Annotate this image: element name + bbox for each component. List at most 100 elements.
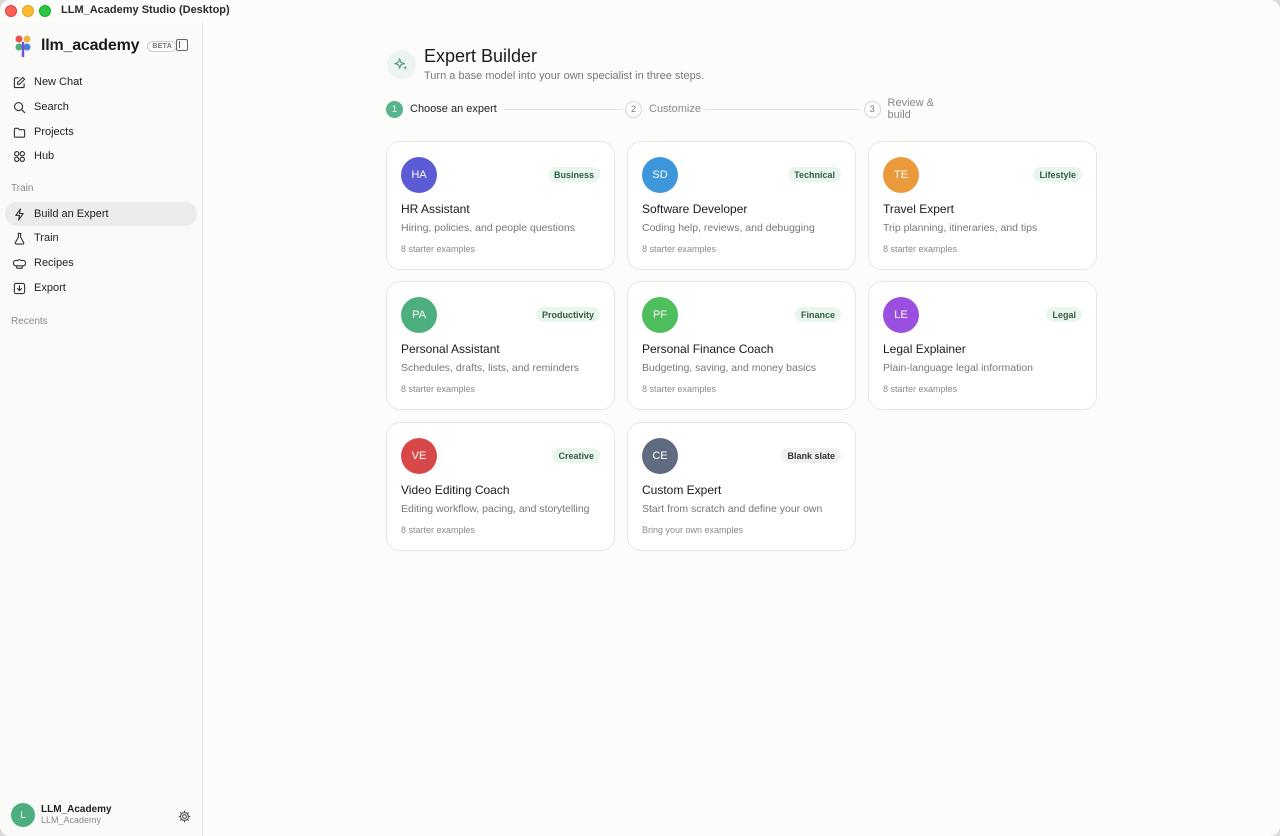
nav-label: Export [34,282,66,294]
expert-card-personal-finance-coach[interactable]: PF Finance Personal Finance Coach Budget… [627,281,856,410]
card-title: Personal Assistant [401,342,500,356]
category-badge: Legal [1046,307,1082,322]
nav-new-chat[interactable]: New Chat [5,70,197,94]
nav-label: Train [34,232,59,244]
gear-icon[interactable] [178,810,191,823]
section-label-recents: Recents [11,316,48,327]
user-name: LLM_Academy [41,804,112,815]
card-title: Personal Finance Coach [642,342,774,356]
close-window-button[interactable] [5,5,17,17]
user-profile[interactable]: L LLM_Academy LLM_Academy [11,803,112,827]
category-badge: Creative [552,448,600,463]
card-meta: 8 starter examples [401,244,476,254]
expert-avatar: VE [401,438,437,474]
expert-avatar: PF [642,297,678,333]
step-label: Choose an expert [410,103,497,115]
step-customize[interactable]: 2 Customize [625,100,701,118]
card-title: Travel Expert [883,202,954,216]
folder-icon [13,126,26,139]
expert-avatar: PA [401,297,437,333]
step-review-build[interactable]: 3 Review & build [864,97,958,121]
card-title: Software Developer [642,202,748,216]
nav-search[interactable]: Search [5,95,197,119]
card-meta: 8 starter examples [883,384,958,394]
expert-card-legal-explainer[interactable]: LE Legal Legal Explainer Plain-language … [868,281,1097,410]
category-badge: Technical [788,167,841,182]
step-connector [705,109,860,110]
edit-icon [13,76,26,89]
sidebar: llm_academy BETA New Chat Search Project… [0,22,203,836]
category-badge: Business [547,167,600,182]
nav-projects[interactable]: Projects [5,120,197,144]
card-meta: 8 starter examples [401,525,476,535]
nav-recipes[interactable]: Recipes [5,251,197,275]
expert-avatar: LE [883,297,919,333]
step-number: 2 [625,100,642,118]
step-connector [504,109,622,110]
lightning-icon [13,207,26,221]
card-title: Legal Explainer [883,342,966,356]
expert-card-personal-assistant[interactable]: PA Productivity Personal Assistant Sched… [386,281,615,410]
brand-name: llm_academy [41,37,140,54]
title-bar: LLM_Academy Studio (Desktop) [0,0,1280,22]
card-meta: 8 starter examples [401,384,476,394]
flask-icon [13,232,26,245]
user-handle: LLM_Academy [41,815,102,825]
expert-card-custom-expert[interactable]: CE Blank slate Custom Expert Start from … [627,422,856,551]
expert-card-hr-assistant[interactable]: HA Business HR Assistant Hiring, policie… [386,141,615,270]
card-meta: 8 starter examples [642,244,717,254]
card-title: HR Assistant [401,202,470,216]
expert-avatar: SD [642,157,678,193]
expert-card-video-editing-coach[interactable]: VE Creative Video Editing Coach Editing … [386,422,615,551]
category-badge: Finance [794,307,841,322]
category-badge: Lifestyle [1033,167,1082,182]
card-description: Schedules, drafts, lists, and reminders [401,362,579,374]
card-description: Start from scratch and define your own [642,503,823,515]
nav-label: Projects [34,126,74,138]
stepper: 1 Choose an expert 2 Customize 3 Review … [386,97,958,121]
nav-hub[interactable]: Hub [5,144,197,168]
minimize-window-button[interactable] [22,5,34,17]
expert-card-software-developer[interactable]: SD Technical Software Developer Coding h… [627,141,856,270]
chef-hat-icon [13,257,26,270]
download-icon [13,282,26,295]
step-number: 3 [864,100,881,118]
main-content: Expert Builder Turn a base model into yo… [204,22,1280,836]
card-description: Plain-language legal information [883,362,1034,374]
nav-export[interactable]: Export [5,276,197,300]
expert-avatar: CE [642,438,678,474]
nav-label: Search [34,101,69,113]
card-description: Trip planning, itineraries, and tips [883,222,1038,234]
brand-logo-icon [14,34,34,58]
category-badge: Blank slate [781,448,841,463]
step-choose-expert[interactable]: 1 Choose an expert [386,100,497,118]
nav-train[interactable]: Train [5,226,197,250]
nav-label: New Chat [34,76,83,88]
window-title: LLM_Academy Studio (Desktop) [61,4,230,16]
beta-badge: BETA [147,40,178,52]
grid-icon [13,150,26,163]
page-title: Expert Builder [424,46,538,66]
card-meta: 8 starter examples [883,244,958,254]
card-title: Video Editing Coach [401,483,510,497]
nav-label: Recipes [34,257,74,269]
step-number: 1 [386,100,403,118]
page-subtitle: Turn a base model into your own speciali… [424,70,705,82]
card-meta: Bring your own examples [642,525,744,535]
card-description: Editing workflow, pacing, and storytelli… [401,503,590,515]
step-label: Review & build [887,97,934,121]
card-description: Coding help, reviews, and debugging [642,222,815,234]
nav-label: Build an Expert [34,208,109,220]
nav-build-an-expert[interactable]: Build an Expert [5,202,197,226]
brand[interactable]: llm_academy BETA [14,34,178,58]
card-meta: 8 starter examples [642,384,717,394]
expert-card-travel-expert[interactable]: TE Lifestyle Travel Expert Trip planning… [868,141,1097,270]
card-description: Hiring, policies, and people questions [401,222,575,234]
card-description: Budgeting, saving, and money basics [642,362,816,374]
sparkle-icon [387,50,416,79]
sidebar-toggle-icon[interactable] [176,39,188,51]
user-info: LLM_Academy LLM_Academy [41,804,112,826]
maximize-window-button[interactable] [39,5,51,17]
section-label-train: Train [11,183,34,194]
app-window: LLM_Academy Studio (Desktop) llm_academy… [0,0,1280,836]
